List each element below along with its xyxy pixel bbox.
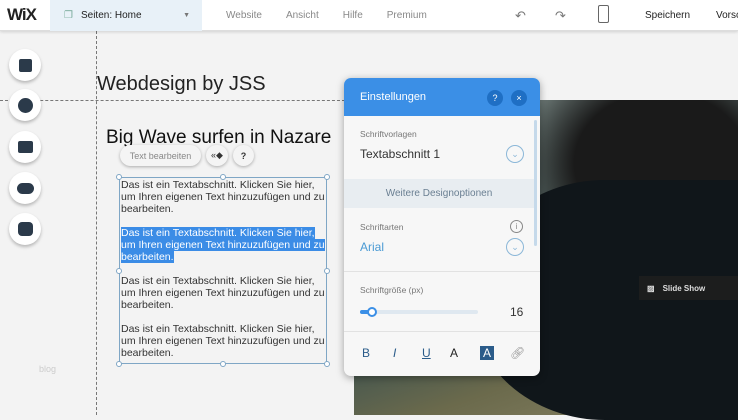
resize-handle[interactable] [116,174,122,180]
slideshow-badge[interactable]: ▨ Slide Show [639,276,738,300]
preview-button[interactable]: Vorsc [716,10,738,21]
image-icon: ▨ [647,283,655,293]
text-box[interactable]: Das ist ein Textabschnitt. Klicken Sie h… [119,177,327,364]
animation-icon[interactable]: «◆ [206,145,228,166]
save-button[interactable]: Speichern [645,10,690,21]
slideshow-label: Slide Show [662,283,706,293]
text-color-button[interactable]: A [450,346,458,360]
blog-tool[interactable] [9,213,41,245]
bold-button[interactable]: B [362,346,370,360]
menu-hilfe[interactable]: Hilfe [343,10,363,21]
panel-title: Einstellungen [360,91,427,103]
info-icon[interactable]: i [510,220,523,233]
resize-handle[interactable] [324,174,330,180]
guide-horizontal [0,100,345,101]
divider [344,331,540,332]
resize-handle[interactable] [324,268,330,274]
paragraph-selected: Das ist ein Textabschnitt. Klicken Sie h… [121,227,325,263]
more-design-options-button[interactable]: Weitere Designoptionen [344,179,534,208]
templates-label: Schriftvorlagen [360,129,417,139]
pages-icon: ❐ [64,9,73,21]
menu-website[interactable]: Website [226,10,262,21]
template-select[interactable]: Textabschnitt 1 [360,147,440,161]
divider [344,271,540,272]
blog-icon [17,222,33,236]
resize-handle[interactable] [116,268,122,274]
edit-text-button[interactable]: Text bearbeiten [120,145,201,166]
font-size-value[interactable]: 16 [510,305,523,319]
font-select[interactable]: Arial [360,240,384,254]
site-title[interactable]: Webdesign by JSS [97,73,266,96]
pages-label: Seiten: Home [80,9,142,21]
highlight-color-button[interactable]: A [480,346,495,360]
blog-label: blog [39,364,57,374]
plus-icon [17,97,33,113]
panel-close-button[interactable]: × [511,90,527,106]
paragraph: Das ist ein Textabschnitt. Klicken Sie h… [121,323,325,359]
redo-icon[interactable]: ↷ [555,8,566,24]
square-icon [18,58,32,72]
font-size-label: Schriftgröße (px) [360,285,424,295]
font-size-slider[interactable] [360,307,478,317]
resize-handle[interactable] [116,361,122,367]
wix-logo: WiX [7,5,37,24]
menu-ansicht[interactable]: Ansicht [286,10,319,21]
upload-tool[interactable] [9,172,41,204]
resize-handle[interactable] [220,361,226,367]
paragraph: Das ist ein Textabschnitt. Klicken Sie h… [121,179,325,215]
underline-button[interactable]: U [422,346,431,360]
top-bar: WiX ❐ Seiten: Home ▼ Website Ansicht Hilfe… [0,0,738,31]
panel-scrollbar[interactable] [534,120,537,246]
add-tool[interactable] [9,89,41,121]
link-icon[interactable]: 🔗︎ [510,346,525,360]
italic-button[interactable]: I [393,346,396,360]
settings-panel: Einstellungen ? × Schriftvorlagen Textab… [344,78,540,376]
selected-text: Das ist ein Textabschnitt. Klicken Sie h… [121,227,325,263]
mobile-view-icon[interactable] [598,5,609,23]
chevron-down-icon[interactable]: ⌄ [506,238,524,256]
help-icon[interactable]: ? [233,145,254,166]
cloud-upload-icon [16,182,34,194]
resize-handle[interactable] [220,174,226,180]
background-tool[interactable] [9,49,41,81]
chevron-down-icon[interactable]: ⌄ [506,145,524,163]
app-market-tool[interactable] [9,131,41,163]
store-icon [17,141,33,153]
undo-icon[interactable]: ↶ [515,8,526,24]
panel-help-button[interactable]: ? [487,90,503,106]
resize-handle[interactable] [324,361,330,367]
menu-premium[interactable]: Premium [387,10,427,21]
paragraph: Das ist ein Textabschnitt. Klicken Sie h… [121,275,325,311]
pages-dropdown[interactable]: ❐ Seiten: Home ▼ [50,0,202,31]
fonts-label: Schriftarten [360,222,404,232]
chevron-down-icon: ▼ [183,11,190,19]
